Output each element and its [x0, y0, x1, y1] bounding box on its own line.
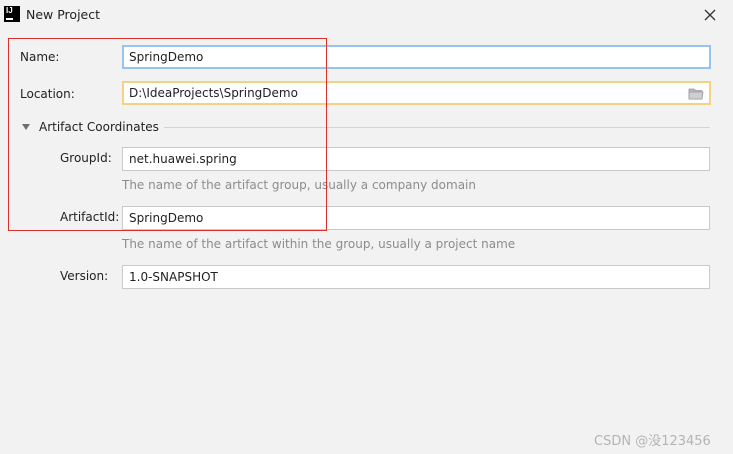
title-bar: IJ New Project [0, 0, 733, 30]
artifact-coordinates-label: Artifact Coordinates [39, 120, 159, 134]
artifactid-label: ArtifactId: [60, 210, 120, 224]
intellij-app-icon: IJ [4, 6, 20, 22]
version-input[interactable]: 1.0-SNAPSHOT [122, 265, 710, 289]
app-icon-text: IJ [6, 6, 13, 15]
artifact-coordinates-toggle[interactable]: Artifact Coordinates [22, 120, 159, 134]
browse-folder-button[interactable] [688, 87, 704, 101]
close-button[interactable] [698, 3, 722, 27]
name-label: Name: [20, 50, 60, 64]
section-divider [164, 127, 710, 128]
version-label: Version: [60, 269, 109, 283]
close-icon [704, 9, 716, 21]
groupid-input[interactable]: net.huawei.spring [122, 147, 710, 171]
name-input[interactable]: SpringDemo [122, 45, 711, 69]
artifactid-hint: The name of the artifact within the grou… [122, 237, 516, 251]
location-input[interactable]: D:\IdeaProjects\SpringDemo [122, 81, 711, 105]
location-label: Location: [20, 87, 75, 101]
folder-icon [688, 88, 704, 100]
groupid-label: GroupId: [60, 151, 112, 165]
expand-triangle-icon [22, 124, 30, 130]
window-title: New Project [26, 7, 101, 22]
groupid-hint: The name of the artifact group, usually … [122, 178, 476, 192]
watermark: CSDN @没123456 [594, 434, 711, 449]
artifactid-input[interactable]: SpringDemo [122, 206, 710, 230]
